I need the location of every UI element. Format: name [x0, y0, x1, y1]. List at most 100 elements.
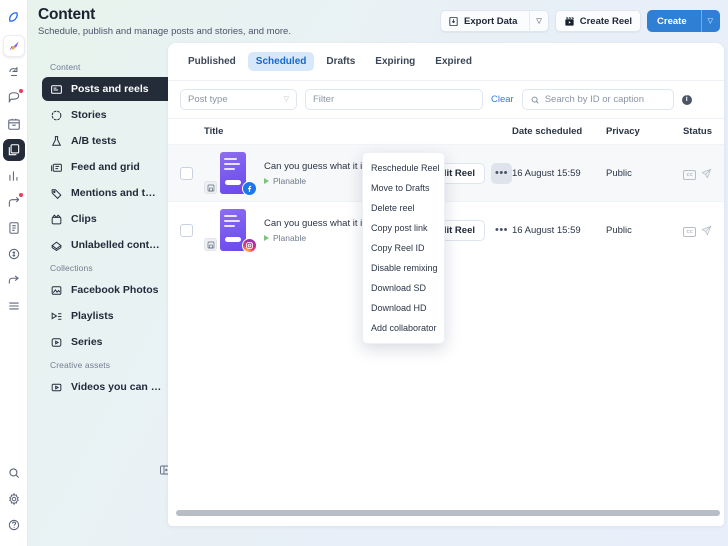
row-date: 16 August 15:59 [512, 224, 581, 236]
menu-item-download-sd[interactable]: Download SD [363, 278, 444, 298]
menu-item-disable-remixing[interactable]: Disable remixing [363, 258, 444, 278]
feed-and-grid-icon [50, 161, 63, 174]
chevron-down-icon: ▽ [283, 96, 289, 103]
row-more-options-button[interactable]: ••• [491, 220, 512, 241]
app-shell: Content Schedule, publish and manage pos… [28, 0, 728, 546]
menu-item-copy-reel-id[interactable]: Copy Reel ID [363, 238, 444, 258]
thumbnail-cta-pill [225, 237, 241, 242]
calendar-icon[interactable] [3, 113, 25, 135]
sidebar-item-playlists[interactable]: Playlists [42, 304, 184, 328]
notifications-icon[interactable] [3, 87, 25, 109]
row-privacy: Public [606, 224, 632, 236]
reports-icon[interactable] [3, 217, 25, 239]
cc-badge-icon: cc [683, 169, 696, 180]
create-caret[interactable]: ▽ [700, 10, 719, 32]
create-label: Create [657, 15, 687, 27]
row-more-options-button[interactable]: ••• [491, 162, 512, 184]
engagement-dot [18, 193, 23, 197]
sidebar-item-series[interactable]: Series [42, 330, 184, 354]
sidebar-label: Videos you can … [71, 381, 162, 393]
engagement-icon[interactable] [3, 191, 25, 213]
media-type-icon [204, 181, 217, 194]
menu-item-move-to-drafts[interactable]: Move to Drafts [363, 178, 444, 198]
post-type-value: Post type [188, 94, 228, 105]
filter-input[interactable]: Filter [305, 89, 483, 110]
facebook-photos-icon [50, 284, 63, 297]
thumbnail-cta-pill [225, 180, 241, 185]
ab-tests-icon [50, 135, 63, 148]
post-type-select[interactable]: Post type ▽ [180, 89, 297, 110]
sidebar-item-feed-and-grid[interactable]: Feed and grid [42, 155, 184, 179]
chevron-down-icon: ▽ [536, 17, 542, 25]
table-row[interactable]: Can you guess what it is? We're … Planab… [168, 201, 724, 258]
sidebar-label: Stories [71, 109, 107, 121]
menu-item-download-hd[interactable]: Download HD [363, 298, 444, 318]
sidebar-label: Posts and reels [71, 83, 149, 95]
content-icon[interactable] [2, 139, 25, 161]
export-data-button[interactable]: Export Data ▽ [440, 10, 549, 32]
analytics-icon[interactable] [3, 165, 25, 187]
table-row[interactable]: Can you guess what it is? We're … Planab… [168, 144, 724, 201]
thumbnail-wrap [204, 207, 260, 253]
media-type-icon [204, 238, 217, 251]
horizontal-scrollbar[interactable] [176, 510, 720, 516]
sidebar-item-videos-you-can-use[interactable]: Videos you can … [42, 375, 184, 399]
settings-gear-icon[interactable] [3, 488, 25, 510]
billing-icon[interactable] [3, 243, 25, 265]
ai-assistant-icon[interactable] [2, 35, 25, 57]
create-reel-button[interactable]: Create Reel [554, 10, 642, 32]
sidebar-item-posts-and-reels[interactable]: Posts and reels [42, 77, 184, 101]
sidebar-item-ab-tests[interactable]: A/B tests [42, 129, 184, 153]
sidebar-item-stories[interactable]: Stories [42, 103, 184, 127]
search-input[interactable]: Search by ID or caption [521, 89, 674, 110]
stories-icon [50, 109, 63, 122]
menu-item-copy-post-link[interactable]: Copy post link [363, 218, 444, 238]
search-placeholder: Search by ID or caption [544, 94, 644, 105]
sidebar-item-clips[interactable]: Clips [42, 207, 184, 231]
list-icon[interactable] [3, 295, 25, 317]
clear-filters-link[interactable]: Clear [491, 94, 514, 105]
menu-item-reschedule-reel[interactable]: Reschedule Reel [363, 158, 444, 178]
row-status: cc [666, 163, 712, 184]
series-icon [50, 336, 63, 349]
sidebar-item-facebook-photos[interactable]: Facebook Photos [42, 278, 184, 302]
tab-published[interactable]: Published [180, 52, 244, 71]
menu-item-delete-reel[interactable]: Delete reel [363, 198, 444, 218]
app-icon-rail [0, 0, 28, 546]
tab-scheduled[interactable]: Scheduled [247, 52, 315, 71]
row-checkbox[interactable] [180, 223, 193, 237]
menu-item-add-collaborator[interactable]: Add collaborator [363, 318, 444, 338]
row-checkbox-cell [180, 223, 204, 237]
filter-placeholder: Filter [313, 94, 335, 105]
sidebar-caption-creative-assets: Creative assets [50, 360, 111, 370]
column-status: Status [682, 126, 712, 137]
row-date: 16 August 15:59 [512, 167, 581, 179]
help-icon[interactable] [3, 514, 25, 536]
instagram-badge-icon [242, 238, 257, 253]
status-icons: cc [683, 223, 712, 241]
status-icons: cc [683, 166, 712, 184]
sidebar-item-mentions-and-tags[interactable]: Mentions and t… [42, 181, 184, 205]
clips-icon [50, 213, 63, 226]
sidebar-label: Mentions and t… [71, 187, 156, 199]
send-icon[interactable] [701, 166, 712, 184]
sidebar-item-unlabelled-content[interactable]: Unlabelled cont… [42, 233, 184, 257]
tab-drafts[interactable]: Drafts [318, 52, 363, 71]
tab-expired[interactable]: Expired [427, 52, 480, 71]
share-icon[interactable] [3, 269, 25, 291]
tab-expiring[interactable]: Expiring [367, 52, 423, 71]
approvals-icon[interactable] [3, 61, 25, 83]
info-icon[interactable]: i [681, 94, 692, 105]
notification-dot [18, 89, 23, 93]
header-actions: Export Data ▽ Create Reel Create ▽ [440, 10, 720, 32]
search-icon [530, 95, 540, 105]
search-icon[interactable] [3, 462, 25, 484]
export-data-caret[interactable]: ▽ [529, 10, 547, 32]
create-button[interactable]: Create ▽ [647, 10, 720, 32]
row-context-menu: Reschedule Reel Move to Drafts Delete re… [362, 152, 445, 344]
row-title-cell: Can you guess what it is? We're … Planab… [204, 150, 512, 196]
planable-logo-icon[interactable] [3, 6, 25, 28]
send-icon[interactable] [701, 223, 712, 241]
row-checkbox[interactable] [180, 166, 193, 180]
cc-badge-icon: cc [683, 226, 696, 237]
